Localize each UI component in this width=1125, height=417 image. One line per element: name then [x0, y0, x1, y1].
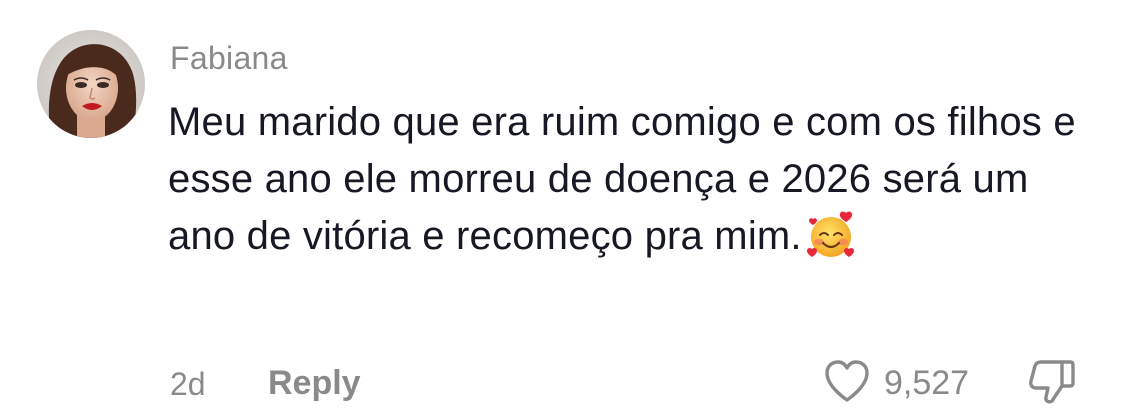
heart-outline-icon — [825, 360, 869, 402]
reply-button[interactable]: Reply — [268, 362, 361, 404]
like-count: 9,527 — [884, 364, 970, 402]
comment-timestamp: 2d — [170, 366, 206, 402]
comment-text: Meu marido que era ruim comigo e com os … — [168, 94, 1098, 265]
smiling-face-with-hearts-icon — [804, 209, 858, 263]
dislike-button[interactable] — [1026, 356, 1078, 406]
like-button[interactable] — [822, 358, 872, 404]
avatar-image — [37, 30, 145, 138]
avatar[interactable] — [37, 30, 145, 138]
thumbs-down-outline-icon — [1029, 360, 1075, 404]
username[interactable]: Fabiana — [170, 38, 288, 78]
comment-body: Meu marido que era ruim comigo e com os … — [168, 100, 1076, 258]
